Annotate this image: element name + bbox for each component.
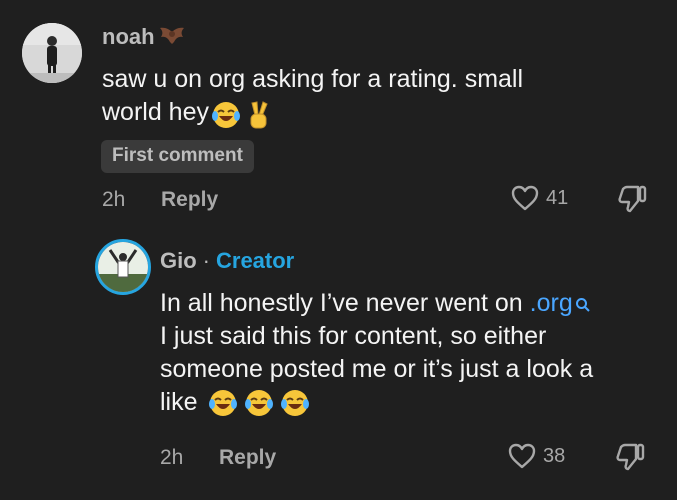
thumbs-down-icon <box>614 441 646 473</box>
search-link[interactable]: .org <box>530 287 573 320</box>
comment-text-line1: In all honestly I’ve never went on <box>160 289 530 317</box>
dislike-button[interactable] <box>616 183 648 220</box>
laughing-tears-emoji <box>280 388 310 418</box>
comment-time: 2h <box>160 446 184 469</box>
username[interactable]: noah <box>102 24 155 50</box>
bat-icon <box>158 24 186 50</box>
comment-text-line2: I just said this for content, so either <box>160 322 547 350</box>
comment-text-line1: saw u on org asking for a rating. small <box>102 65 524 93</box>
reply-button[interactable]: Reply <box>219 446 276 470</box>
comment-time: 2h <box>102 188 126 211</box>
reply-button[interactable]: Reply <box>161 188 218 212</box>
creator-badge: Creator <box>216 248 295 273</box>
like-count: 38 <box>543 444 566 467</box>
first-comment-badge: First comment <box>101 140 254 173</box>
search-icon <box>575 289 591 312</box>
laughing-tears-emoji <box>208 388 238 418</box>
avatar-noah[interactable] <box>22 23 82 83</box>
comment-text-line2: world hey <box>102 98 209 126</box>
like-button[interactable]: 41 <box>510 184 568 212</box>
comment-text-line4: like <box>160 388 198 416</box>
avatar-gio[interactable] <box>95 239 151 295</box>
heart-icon <box>510 184 540 212</box>
username[interactable]: Gio <box>160 248 197 274</box>
like-button[interactable]: 38 <box>507 442 565 470</box>
comment-text-line3: someone posted me or it’s just a look a <box>160 355 594 383</box>
like-count: 41 <box>546 186 569 209</box>
heart-icon <box>507 442 537 470</box>
laughing-tears-emoji <box>244 388 274 418</box>
laughing-tears-emoji <box>211 100 240 128</box>
dislike-button[interactable] <box>614 441 646 478</box>
thumbs-down-icon <box>616 183 648 215</box>
victory-hand-emoji <box>245 100 271 128</box>
separator-dot: · <box>202 248 210 273</box>
